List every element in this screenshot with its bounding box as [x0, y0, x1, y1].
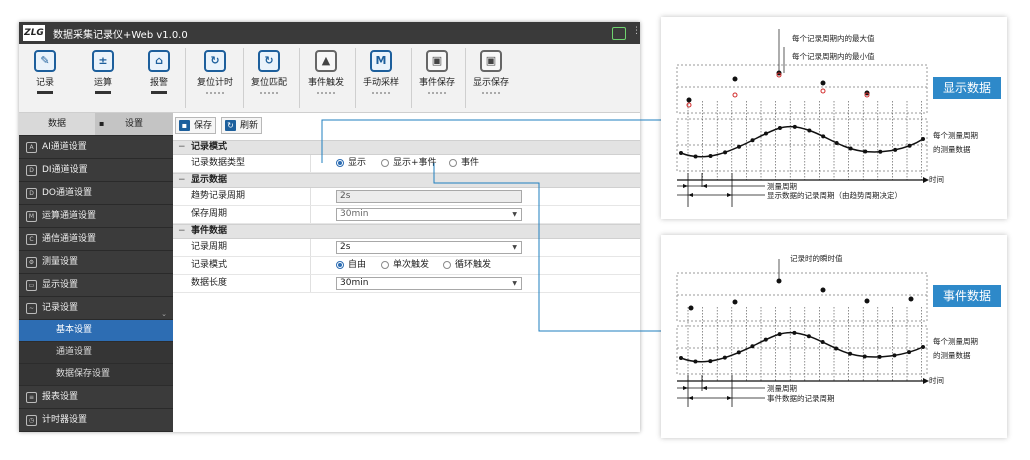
connector-display [321, 119, 661, 163]
min-point [732, 92, 738, 98]
measure-point [679, 151, 683, 155]
measure-point [921, 345, 925, 349]
measure-point [848, 146, 853, 151]
measure-label-line1: 每个测量周期 [933, 336, 978, 346]
measure-point [877, 354, 882, 359]
measure-point [792, 330, 797, 335]
measure-point [834, 140, 839, 145]
period-label: 测量周期 [767, 384, 797, 393]
event-data-badge: 事件数据 [933, 285, 1001, 307]
grid-box-bottom [676, 325, 928, 375]
max-point [820, 80, 826, 86]
measure-point [708, 154, 713, 159]
grid-box-top [676, 64, 928, 114]
dim-arrow [688, 396, 693, 400]
instant-point [864, 298, 870, 304]
max-label: 每个记录周期内的最大值 [792, 33, 875, 43]
measure-point [907, 350, 912, 355]
measure-point [750, 344, 755, 349]
connector-event [433, 163, 661, 332]
measure-tick-lines [687, 307, 922, 381]
measure-point [806, 334, 811, 339]
dim-arrow [727, 193, 732, 197]
measure-point [723, 150, 728, 155]
measure-point [862, 354, 867, 359]
display-data-badge: 显示数据 [933, 77, 1001, 99]
measure-point [893, 147, 898, 152]
measure-point [878, 149, 883, 154]
measure-point [807, 128, 812, 133]
record-period-label: 事件数据的记录周期 [767, 393, 835, 403]
max-point [732, 76, 738, 82]
measure-point [693, 359, 698, 364]
display-data-card: 每个记录周期内的最大值 每个记录周期内的最小值 每个测量周期 的测量数据 时间 … [661, 17, 1007, 219]
measure-points [679, 124, 925, 159]
measure-point [820, 340, 825, 345]
max-point [686, 97, 692, 103]
measure-points [679, 330, 925, 364]
min-point [686, 102, 692, 108]
measure-point [763, 337, 768, 342]
event-data-card: 记录时的瞬时值 每个测量周期 的测量数据 时间 测量周期 事件数据的记录周期 事… [661, 235, 1007, 438]
instant-label: 记录时的瞬时值 [790, 253, 843, 263]
measure-point [892, 353, 897, 358]
max-min-markers [686, 70, 870, 108]
dim-arrow [702, 184, 707, 188]
record-period-label: 显示数据的记录周期（由趋势周期决定） [767, 190, 902, 200]
instant-point [688, 305, 694, 311]
measure-point [708, 359, 713, 364]
measure-point [763, 131, 768, 136]
measure-point [777, 126, 782, 131]
event-diagram: 记录时的瞬时值 每个测量周期 的测量数据 时间 测量周期 事件数据的记录周期 [676, 253, 978, 407]
event-grid [676, 272, 928, 375]
measure-point [834, 346, 839, 351]
display-diagram: 每个记录周期内的最大值 每个记录周期内的最小值 每个测量周期 的测量数据 时间 … [676, 29, 978, 207]
period-label: 测量周期 [767, 182, 797, 191]
min-label: 每个记录周期内的最小值 [792, 51, 875, 61]
measure-point [693, 154, 698, 159]
measure-point [737, 144, 742, 149]
time-label: 时间 [929, 375, 944, 385]
measure-point [679, 356, 683, 360]
measure-point [848, 351, 853, 356]
instant-point [776, 278, 782, 284]
measure-point [750, 138, 755, 143]
instant-point [732, 299, 738, 305]
min-point [820, 88, 826, 94]
measure-point [821, 134, 826, 139]
measure-label-line2: 的测量数据 [933, 144, 971, 154]
dim-arrow [727, 396, 732, 400]
measure-label-line1: 每个测量周期 [933, 130, 978, 140]
measure-point [722, 355, 727, 360]
dim-arrow [702, 386, 707, 390]
measure-point [907, 143, 912, 148]
measure-label-line2: 的测量数据 [933, 350, 971, 360]
instant-point [820, 287, 826, 293]
instant-point [908, 296, 914, 302]
measure-point [792, 124, 797, 129]
dim-arrow [683, 184, 688, 188]
grid-box-top [676, 272, 928, 322]
dim-arrow [688, 193, 693, 197]
time-label: 时间 [929, 174, 944, 184]
measure-point [736, 350, 741, 355]
measure-point [863, 149, 868, 154]
measure-point [777, 332, 782, 337]
measure-point [921, 137, 925, 141]
dim-arrow [683, 386, 688, 390]
